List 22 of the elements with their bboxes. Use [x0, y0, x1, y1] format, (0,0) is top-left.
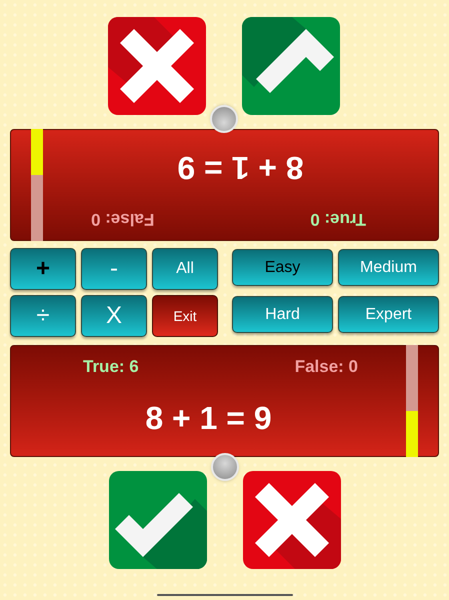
operation-button[interactable]: +: [10, 248, 76, 290]
correct-button[interactable]: [242, 17, 340, 115]
level-button[interactable]: Hard: [232, 296, 333, 333]
operation-button[interactable]: All: [152, 248, 218, 290]
wrong-button[interactable]: [242, 471, 340, 569]
level-button[interactable]: Expert: [338, 296, 439, 333]
level-button[interactable]: Medium: [338, 249, 439, 286]
false-score: False: 0: [294, 356, 358, 378]
operation-button[interactable]: X: [81, 295, 147, 337]
correct-button[interactable]: [108, 471, 206, 569]
false-score: False: 0: [91, 209, 154, 231]
exit-button[interactable]: Exit: [152, 295, 218, 337]
equation: 8 + 1 = 9: [177, 150, 304, 188]
center-knob[interactable]: [210, 105, 238, 133]
wrong-button[interactable]: [108, 17, 206, 115]
operation-button[interactable]: ÷: [10, 295, 76, 337]
level-button[interactable]: Easy: [232, 249, 333, 286]
true-score: True: 0: [310, 209, 366, 231]
true-score: True: 6: [83, 356, 139, 378]
operation-button[interactable]: -: [81, 248, 147, 290]
equation: 8 + 1 = 9: [145, 398, 272, 438]
center-knob[interactable]: [210, 453, 238, 481]
